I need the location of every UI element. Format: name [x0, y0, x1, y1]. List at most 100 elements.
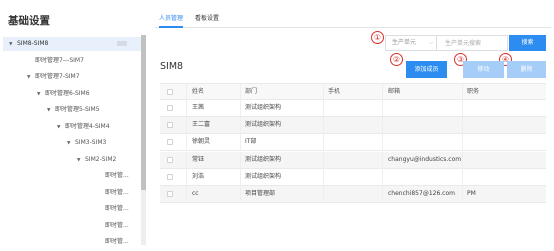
tree-node[interactable]: ▼ 即时管理7-SIM7 [3, 70, 141, 84]
tab-personnel[interactable]: 人员管理 [159, 14, 184, 28]
badge-2: ② [390, 53, 403, 66]
column-header: 手机 [328, 88, 341, 95]
column-header: 部门 [245, 88, 258, 95]
caret-down-icon[interactable]: ▼ [37, 88, 45, 102]
tree-node-label: 即时管... [105, 205, 129, 212]
table-cell [328, 186, 386, 203]
tree-node[interactable]: 即时管理7---SIM7 [3, 54, 141, 68]
row-checkbox[interactable] [167, 156, 173, 163]
table-cell: 王二富 [192, 121, 211, 129]
tree-scroll-thumb[interactable] [141, 35, 146, 190]
column-divider [186, 151, 187, 169]
column-header: 邮箱 [388, 88, 401, 95]
tree-node[interactable]: 即时管... [3, 219, 141, 233]
table-cell [328, 100, 386, 117]
column-header: 职务 [467, 88, 480, 95]
tree-node-label: 即时管... [105, 238, 129, 245]
table-cell: 王茜 [192, 104, 205, 111]
tree-node[interactable]: 即时管... [3, 169, 141, 183]
table-row[interactable]: 常钰 测试组织架构 changyu@industics.com [160, 151, 546, 169]
table-cell [467, 117, 537, 134]
caret-down-icon[interactable]: ▼ [77, 154, 85, 168]
add-member-button[interactable]: 添加成员 [406, 61, 447, 78]
tree-scrollbar[interactable] [141, 35, 146, 245]
table-cell: 测试组织架构 [245, 155, 282, 163]
row-checkbox[interactable] [167, 122, 173, 129]
table-header-row: 姓名 部门 手机 邮箱 职务 [160, 83, 546, 101]
table-row[interactable]: 刘浩 测试组织架构 [160, 168, 546, 186]
caret-down-icon[interactable]: ▼ [9, 38, 17, 52]
more-icon[interactable] [117, 41, 127, 46]
tree-node-label: 即时管... [105, 188, 129, 196]
tree-node-label: 即时管理6-SIM6 [45, 89, 90, 97]
column-divider [186, 100, 187, 117]
table-cell: 测试组织架构 [245, 121, 282, 129]
column-header: 姓名 [192, 88, 205, 95]
table-row[interactable]: 王二富 测试组织架构 [160, 117, 546, 135]
tree-node[interactable]: ▼ SIM8-SIM8 [3, 37, 141, 51]
select-value: 生产单元 [392, 39, 417, 46]
chevron-down-icon: ⌵ [429, 40, 433, 46]
table-row[interactable]: 徐朝灵 IT部 [160, 134, 546, 152]
tree-node-label: SIM3-SIM3 [75, 139, 107, 146]
table-cell [328, 169, 386, 186]
move-button[interactable]: 移动 [463, 61, 504, 78]
table-cell: PM [467, 190, 476, 197]
tree-node-label: SIM2-SIM2 [85, 155, 117, 163]
table-row[interactable]: 王茜 测试组织架构 [160, 100, 546, 117]
tab-bar: 人员管理 看板设置 [155, 14, 551, 28]
table-cell: cc [192, 190, 199, 197]
page-title: 基础设置 [8, 15, 50, 27]
column-divider [186, 168, 187, 186]
table-cell [388, 134, 466, 151]
caret-down-icon[interactable]: ▼ [57, 121, 65, 135]
row-checkbox[interactable] [167, 139, 173, 146]
table-cell [388, 100, 466, 117]
table-cell [328, 134, 386, 151]
tree-node[interactable]: 即时管... [3, 235, 141, 249]
tree-node-label: 即时管... [105, 221, 129, 229]
column-divider [186, 117, 187, 135]
org-tree: ▼ SIM8-SIM8 即时管理7---SIM7 ▼ 即时管理7-SIM7 ▼ 即时管理6-… [3, 35, 147, 251]
table-cell [467, 152, 537, 169]
badge-1: ① [371, 31, 384, 44]
row-checkbox[interactable] [167, 105, 173, 111]
row-checkbox[interactable] [167, 173, 173, 180]
tree-node-label: 即时管理4-SIM4 [65, 122, 110, 130]
select-all-checkbox[interactable] [167, 89, 173, 95]
delete-button[interactable]: 删除 [507, 61, 546, 78]
table-cell: changyu@industics.com [388, 155, 462, 163]
tree-node[interactable]: ▼ SIM2-SIM2 [3, 153, 141, 167]
tab-board-settings[interactable]: 看板设置 [195, 14, 219, 28]
tree-node[interactable]: ▼ 即时管理6-SIM6 [3, 87, 141, 101]
tree-node[interactable]: 即时管... [3, 202, 141, 216]
table-cell [328, 117, 386, 134]
table-cell: chenchi857@126.com [388, 190, 455, 197]
table-cell [467, 134, 537, 151]
table-cell: 常钰 [192, 155, 205, 163]
table-cell: 刘浩 [192, 172, 205, 180]
tree-node[interactable]: 即时管... [3, 186, 141, 200]
tree-node[interactable]: ▼ SIM3-SIM3 [3, 136, 141, 150]
table-row[interactable]: cc 项目管理部 chenchi857@126.com PM [160, 186, 546, 203]
column-divider [186, 134, 187, 152]
table-cell [467, 100, 537, 117]
production-unit-select[interactable]: 生产单元 ⌵ [385, 35, 437, 51]
table-cell: 测试组织架构 [245, 172, 282, 180]
caret-down-icon[interactable]: ▼ [67, 137, 75, 151]
table-cell: IT部 [245, 138, 257, 146]
table-cell: 项目管理部 [245, 190, 276, 197]
caret-down-icon[interactable]: ▼ [47, 104, 55, 118]
row-checkbox[interactable] [167, 191, 173, 197]
tree-node[interactable]: ▼ 即时管理4-SIM4 [3, 120, 141, 134]
tree-node-label: 即时管... [105, 172, 129, 179]
column-divider [186, 186, 187, 203]
column-divider [186, 84, 187, 101]
search-input[interactable] [437, 35, 508, 51]
table-cell [388, 169, 466, 186]
caret-down-icon[interactable]: ▼ [27, 71, 35, 85]
section-title: SIM8 [160, 61, 184, 72]
tree-node[interactable]: ▼ 即时管理5-SIM5 [3, 103, 141, 117]
search-button[interactable]: 搜索 [509, 35, 546, 51]
table-cell: 徐朝灵 [192, 138, 211, 146]
